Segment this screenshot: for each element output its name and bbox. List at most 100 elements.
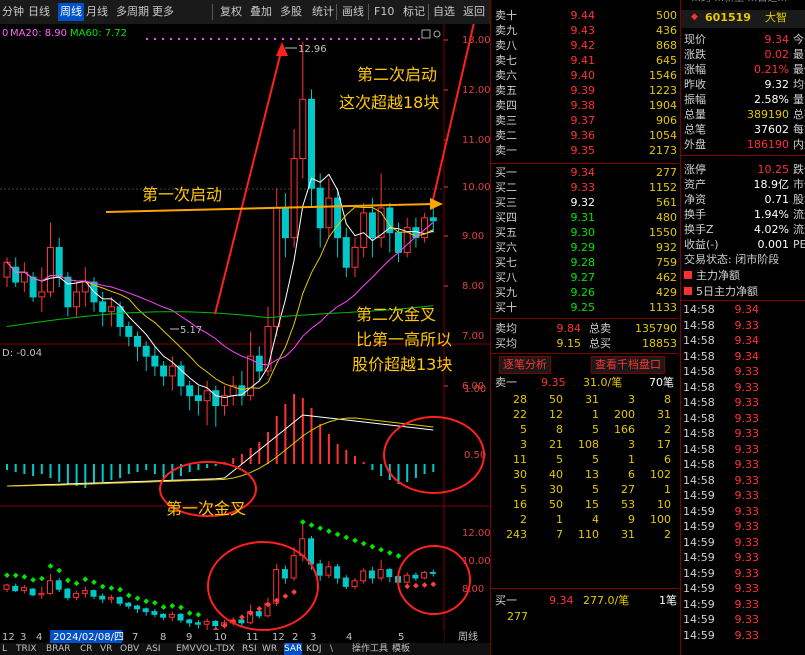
tick-row: 14:59 9.33: [681, 612, 805, 627]
sell-level-row[interactable]: 卖一 9.35 2173: [491, 144, 679, 158]
sar-dot: [369, 543, 376, 550]
stock-name: 大智: [765, 11, 787, 24]
toolbar-item-3[interactable]: 月线: [86, 3, 108, 21]
indicator-tab-12[interactable]: KDJ: [306, 643, 322, 655]
sell-level-row[interactable]: 卖四 9.38 1904: [491, 99, 679, 113]
toolbar-item-7[interactable]: 叠加: [250, 3, 272, 21]
toolbar-item-10[interactable]: 画线: [342, 3, 364, 21]
sell-level-row[interactable]: 卖二 9.36 1054: [491, 129, 679, 143]
indicator-tab-9[interactable]: RSI: [242, 643, 257, 655]
indicator-tab-2[interactable]: BRAR: [46, 643, 70, 655]
main-net5-row[interactable]: 5日主力净额: [681, 284, 805, 299]
buy-level-row[interactable]: 买七 9.28 759: [491, 256, 679, 270]
kline-chart[interactable]: 0 MA20: 8.90 MA60: 7.72 13.00 12.00 11.00 1…: [0, 13, 491, 644]
sell1-detail-qty: 31.0/笔: [583, 376, 623, 389]
toolbar-item-11[interactable]: F10: [374, 3, 394, 21]
buy-level-price: 9.34: [570, 166, 596, 179]
tick-time: 14:59: [683, 551, 715, 564]
indicator-tab-13[interactable]: \: [330, 643, 333, 655]
indicator-tab-0[interactable]: L: [2, 643, 7, 655]
candle-body: [107, 306, 115, 313]
buy-level-label: 买四: [495, 211, 517, 224]
toolbar-item-0[interactable]: 分钟: [2, 3, 24, 21]
candle-body: [38, 291, 46, 298]
queue-cell: 3: [628, 438, 635, 451]
quote-field-label-2: 内盘: [793, 138, 805, 151]
toolbar-item-12[interactable]: 标记: [403, 3, 425, 21]
toolbar-item-6[interactable]: 复权: [220, 3, 242, 21]
candle-body: [212, 390, 220, 407]
sell-level-price: 9.44: [570, 9, 596, 22]
buy-level-row[interactable]: 买十 9.25 1133: [491, 301, 679, 315]
quote-field-label: 涨跌: [684, 48, 706, 61]
toolbar-item-5[interactable]: 更多: [152, 3, 174, 21]
candle-body: [168, 365, 176, 377]
queue-cell: 10: [657, 498, 671, 511]
sar-candle-body: [238, 619, 245, 624]
indicator-tab-15[interactable]: 模板: [392, 643, 410, 655]
sell-level-row[interactable]: 卖八 9.42 868: [491, 39, 679, 53]
tick-time: 14:59: [683, 489, 715, 502]
toolbar-item-4[interactable]: 多周期: [116, 3, 149, 21]
sell-level-row[interactable]: 卖十 9.44 500: [491, 9, 679, 23]
tab-thousand-levels[interactable]: 查看千档盘口: [591, 356, 665, 374]
quote-field-label-2: 跌停: [793, 163, 805, 176]
quote-field-value: 9.34: [764, 33, 790, 46]
buy-level-volume: 932: [656, 241, 677, 254]
x-axis-tick-label: 8: [160, 632, 166, 643]
toolbar-item-8[interactable]: 多股: [280, 3, 302, 21]
sar-dot: [352, 537, 358, 544]
quote-field-row: 资产 18.9亿市值: [681, 177, 805, 192]
date-cursor-label: 2024/02/08/四: [53, 632, 124, 643]
tab-tick-analysis[interactable]: 逐笔分析: [499, 356, 551, 374]
total-volume: 135790: [635, 322, 677, 335]
tick-row: 14:58 9.33: [681, 395, 805, 410]
queue-cell: 166: [614, 423, 635, 436]
indicator-tab-8[interactable]: VOL-TDX: [196, 643, 235, 655]
signal-dot: [394, 38, 396, 40]
toolbar-item-1[interactable]: 日线: [28, 3, 50, 21]
sell-level-row[interactable]: 卖三 9.37 906: [491, 114, 679, 128]
signal-dot: [202, 38, 204, 40]
signal-dot: [282, 38, 284, 40]
sar-candle-body: [29, 588, 36, 596]
main-net-row[interactable]: 主力净额: [681, 268, 805, 283]
indicator-tab-1[interactable]: TRIX: [16, 643, 37, 655]
buy-level-label: 买一: [495, 166, 517, 179]
indicator-tab-7[interactable]: EMV: [176, 643, 196, 655]
sar-dot: [47, 563, 54, 569]
sell-level-row[interactable]: 卖六 9.40 1546: [491, 69, 679, 83]
signal-dot: [386, 38, 388, 40]
toolbar-item-13[interactable]: 自选: [433, 3, 455, 21]
buy-level-row[interactable]: 买九 9.26 429: [491, 286, 679, 300]
sar-dot: [256, 605, 263, 612]
signal-dot: [226, 38, 228, 40]
sell-level-row[interactable]: 卖七 9.41 645: [491, 54, 679, 68]
buy-level-row[interactable]: 买五 9.30 1550: [491, 226, 679, 240]
queue-row: 5 30 5 27 1: [491, 483, 679, 497]
queue-cell: 5: [520, 483, 527, 496]
indicator-tab-5[interactable]: OBV: [120, 643, 139, 655]
indicator-tab-4[interactable]: VR: [100, 643, 112, 655]
signal-dot: [186, 38, 188, 40]
buy-level-row[interactable]: 买六 9.29 932: [491, 241, 679, 255]
indicator-tab-3[interactable]: CR: [80, 643, 93, 655]
indicator-tab-14[interactable]: 操作工具: [352, 643, 388, 655]
indicator-tab-11[interactable]: SAR: [284, 643, 303, 655]
toolbar-item-2[interactable]: 周线: [58, 3, 84, 21]
toolbar-item-9[interactable]: 统计: [312, 3, 334, 21]
buy-level-row[interactable]: 买三 9.32 561: [491, 196, 679, 210]
buy-level-row[interactable]: 买八 9.27 462: [491, 271, 679, 285]
indicator-tab-6[interactable]: ASI: [146, 643, 161, 655]
buy-level-row[interactable]: 买二 9.33 1152: [491, 181, 679, 195]
buy-level-row[interactable]: 买一 9.34 277: [491, 166, 679, 180]
avg-label: 买均: [495, 337, 517, 350]
signal-dot: [170, 38, 172, 40]
buy-level-row[interactable]: 买四 9.31 480: [491, 211, 679, 225]
toolbar-item-14[interactable]: 返回: [463, 3, 485, 21]
sell-level-row[interactable]: 卖五 9.39 1223: [491, 84, 679, 98]
sell-level-row[interactable]: 卖九 9.43 436: [491, 24, 679, 38]
quote-header: …跨 …新生 …自选…: [681, 0, 805, 8]
indicator-tab-10[interactable]: WR: [262, 643, 277, 655]
x-axis-tick-label: 5: [398, 632, 404, 643]
